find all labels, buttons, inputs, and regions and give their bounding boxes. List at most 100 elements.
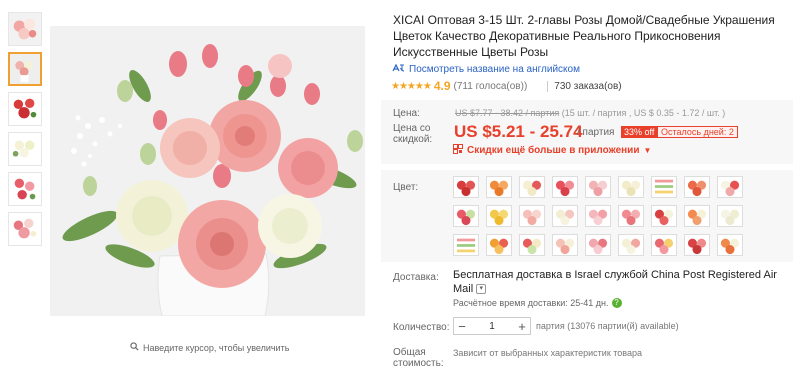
color-swatch[interactable] bbox=[717, 176, 743, 198]
color-swatch[interactable] bbox=[585, 234, 611, 256]
flower-image bbox=[588, 180, 608, 197]
delivery-label: Доставка: bbox=[393, 272, 439, 283]
color-swatch[interactable] bbox=[717, 205, 743, 227]
flower-image bbox=[522, 209, 542, 226]
color-swatch[interactable] bbox=[519, 205, 545, 227]
color-swatch[interactable] bbox=[684, 234, 710, 256]
app-discount-link[interactable]: Скидки ещё больше в приложении ▼ bbox=[453, 144, 651, 157]
color-swatch[interactable] bbox=[651, 234, 677, 256]
translate-link[interactable]: Посмотреть название на английском bbox=[391, 63, 580, 76]
flower-image bbox=[654, 209, 674, 226]
color-swatch[interactable] bbox=[618, 176, 644, 198]
delivery-info: Бесплатная доставка в Israel службой Chi… bbox=[453, 268, 789, 296]
color-swatch[interactable] bbox=[519, 234, 545, 256]
color-swatch[interactable] bbox=[684, 205, 710, 227]
flower-image bbox=[489, 180, 509, 197]
app-discount-label: Скидки ещё больше в приложении bbox=[467, 145, 640, 156]
main-product-image[interactable] bbox=[50, 26, 365, 316]
color-swatch[interactable] bbox=[453, 205, 479, 227]
color-swatch[interactable] bbox=[453, 234, 479, 256]
flower-image bbox=[9, 133, 41, 165]
quantity-input[interactable]: 1 bbox=[470, 321, 514, 332]
delivery-time-text: Расчётное время доставки: 25-41 дн. bbox=[453, 298, 609, 308]
color-swatch[interactable] bbox=[618, 205, 644, 227]
total-note: Зависит от выбранных характеристик товар… bbox=[453, 348, 642, 358]
thumbnail-5[interactable] bbox=[8, 172, 42, 206]
thumbnail-3[interactable] bbox=[8, 92, 42, 126]
rose-bouquet-image bbox=[50, 26, 365, 316]
original-price-unit: (15 шт. / партия , US $ 0.35 - 1.72 / шт… bbox=[561, 108, 726, 118]
total-label-2: стоимость: bbox=[393, 358, 444, 369]
flower-image bbox=[489, 238, 509, 255]
flower-image bbox=[489, 209, 509, 226]
flower-image bbox=[9, 13, 41, 45]
magnifier-icon bbox=[130, 342, 139, 353]
color-swatch[interactable] bbox=[486, 234, 512, 256]
color-swatch[interactable] bbox=[651, 176, 677, 198]
thumbnail-2[interactable] bbox=[8, 52, 42, 86]
zoom-hint: Наведите курсор, чтобы увеличить bbox=[130, 342, 289, 353]
flower-image bbox=[654, 238, 674, 255]
color-swatch[interactable] bbox=[552, 176, 578, 198]
sale-price-label-1: Цена со bbox=[393, 123, 431, 134]
flower-image bbox=[555, 180, 575, 197]
days-left-badge: Осталось дней: 2 bbox=[657, 126, 738, 138]
orders-count: 730 заказа(ов) bbox=[554, 80, 622, 92]
flower-image bbox=[9, 93, 41, 125]
flower-image bbox=[687, 209, 707, 226]
flower-image bbox=[522, 180, 542, 197]
rating-value: 4.9 bbox=[433, 79, 451, 93]
flower-image bbox=[720, 238, 740, 255]
flower-image bbox=[456, 238, 476, 253]
delivery-dropdown-icon[interactable]: ▾ bbox=[476, 284, 487, 295]
color-swatch[interactable] bbox=[717, 234, 743, 256]
quantity-stepper: − 1 + bbox=[453, 317, 531, 335]
sale-price: US $5.21 - 25.74 bbox=[454, 122, 583, 141]
rating-stars-icon: ★★★★★ bbox=[391, 80, 432, 92]
color-label: Цвет: bbox=[393, 182, 419, 193]
sale-price-label-2: скидкой: bbox=[393, 134, 433, 145]
color-swatch[interactable] bbox=[552, 234, 578, 256]
flower-image bbox=[687, 180, 707, 197]
price-label: Цена: bbox=[393, 108, 420, 119]
color-swatch[interactable] bbox=[585, 205, 611, 227]
discount-badge: 33% off bbox=[621, 126, 658, 138]
rating-votes[interactable]: (711 голоса(ов)) bbox=[454, 81, 528, 92]
question-icon[interactable]: ? bbox=[611, 298, 622, 308]
product-title: XICAI Оптовая 3-15 Шт. 2-главы Розы Домо… bbox=[393, 13, 775, 59]
flower-image bbox=[588, 238, 608, 255]
color-swatch[interactable] bbox=[684, 176, 710, 198]
divider bbox=[547, 80, 549, 92]
color-swatch[interactable] bbox=[486, 176, 512, 198]
thumbnail-1[interactable] bbox=[8, 12, 42, 46]
color-swatch[interactable] bbox=[585, 176, 611, 198]
flower-image bbox=[555, 238, 575, 255]
product-details: XICAI Оптовая 3-15 Шт. 2-главы Розы Домо… bbox=[381, 0, 793, 374]
zoom-hint-text: Наведите курсор, чтобы увеличить bbox=[143, 342, 290, 353]
color-swatch[interactable] bbox=[618, 234, 644, 256]
quantity-increase-button[interactable]: + bbox=[514, 319, 530, 334]
total-label-1: Общая bbox=[393, 347, 426, 358]
quantity-label: Количество: bbox=[393, 322, 450, 333]
original-price-value: US $7.77 - 38.42 / партия bbox=[455, 108, 560, 118]
thumbnail-6[interactable] bbox=[8, 212, 42, 246]
flower-image bbox=[720, 180, 740, 197]
qr-icon bbox=[453, 144, 463, 157]
thumbnail-4[interactable] bbox=[8, 132, 42, 166]
flower-image bbox=[456, 180, 476, 197]
flower-image bbox=[456, 209, 476, 226]
flower-image bbox=[522, 238, 542, 255]
quantity-decrease-button[interactable]: − bbox=[454, 319, 470, 334]
color-swatch[interactable] bbox=[519, 176, 545, 198]
quantity-note: партия (13076 партии(й) available) bbox=[536, 321, 679, 331]
color-swatch[interactable] bbox=[453, 176, 479, 198]
flower-image bbox=[588, 209, 608, 226]
color-swatch[interactable] bbox=[651, 205, 677, 227]
flower-image bbox=[10, 54, 40, 84]
color-swatch[interactable] bbox=[486, 205, 512, 227]
flower-image bbox=[621, 238, 641, 255]
delivery-time: Расчётное время доставки: 25-41 дн. ? bbox=[453, 298, 622, 308]
color-swatch[interactable] bbox=[552, 205, 578, 227]
translate-icon bbox=[391, 63, 405, 76]
delivery-text: Бесплатная доставка в Israel службой Chi… bbox=[453, 269, 777, 295]
